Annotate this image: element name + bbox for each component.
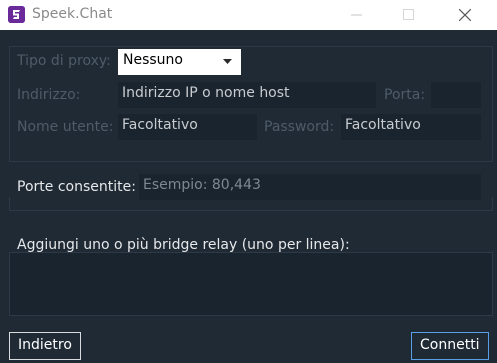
- username-input[interactable]: Facoltativo: [118, 114, 257, 140]
- bridge-relay-textarea[interactable]: [9, 252, 493, 316]
- window-title: Speek.Chat: [32, 6, 113, 22]
- close-button[interactable]: [442, 0, 488, 30]
- maximize-icon: [403, 9, 414, 20]
- back-button[interactable]: Indietro: [9, 332, 81, 360]
- port-input[interactable]: [431, 82, 481, 108]
- port-label: Porta:: [384, 87, 426, 103]
- bridge-relay-label: Aggiungi uno o più bridge relay (uno per…: [17, 237, 350, 253]
- password-input[interactable]: Facoltativo: [341, 114, 481, 140]
- chevron-down-icon: [223, 59, 232, 64]
- proxy-settings-panel: Tipo di proxy: Nessuno Indirizzo: Indiri…: [0, 30, 497, 363]
- address-input[interactable]: Indirizzo IP o nome host: [118, 82, 376, 108]
- connect-button[interactable]: Connetti: [411, 332, 489, 360]
- maximize-button[interactable]: [386, 0, 432, 30]
- minimize-icon: [351, 14, 362, 16]
- proxy-type-label: Tipo di proxy:: [17, 53, 111, 69]
- allowed-ports-label: Porte consentite:: [17, 179, 136, 195]
- speek-logo-icon: [8, 6, 25, 23]
- password-label: Password:: [264, 119, 335, 135]
- title-bar: Speek.Chat: [0, 0, 497, 30]
- close-icon: [459, 9, 471, 21]
- minimize-button[interactable]: [334, 0, 380, 30]
- username-label: Nome utente:: [17, 119, 114, 135]
- proxy-type-value: Nessuno: [123, 52, 183, 68]
- address-label: Indirizzo:: [17, 87, 81, 103]
- ports-group-box: [9, 197, 493, 211]
- proxy-type-select[interactable]: Nessuno: [118, 49, 241, 75]
